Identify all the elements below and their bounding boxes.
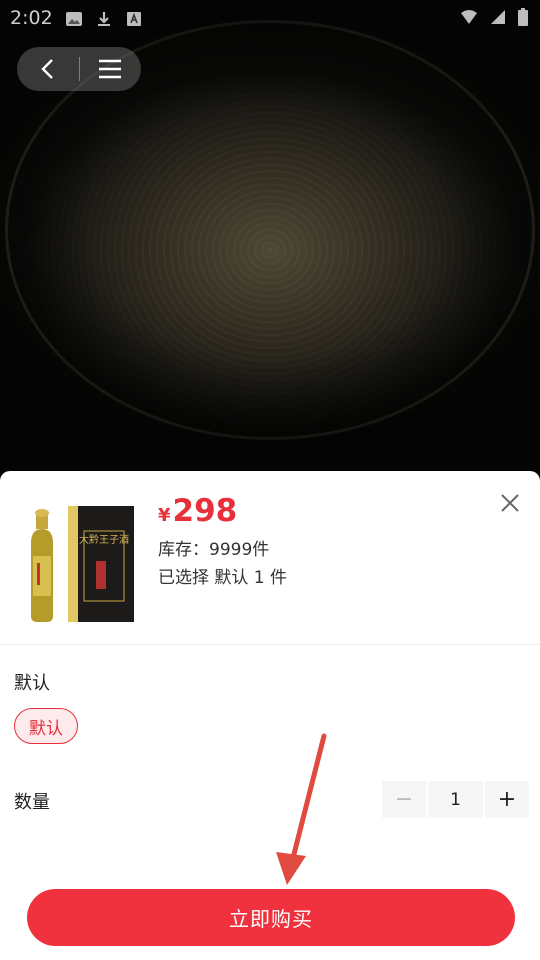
font-icon (125, 10, 143, 26)
increase-quantity-button[interactable]: + (485, 781, 529, 818)
close-button[interactable] (498, 491, 522, 515)
sheet-divider (0, 644, 540, 645)
spec-option-default[interactable]: 默认 (14, 708, 78, 744)
sku-bottom-sheet: 大黔王子酒 ¥ 298 库存：9999件 已选择 默认 1 件 默认 默认 数量… (0, 471, 540, 960)
image-icon (65, 10, 83, 26)
menu-icon (99, 59, 122, 79)
price: ¥ 298 (158, 493, 237, 529)
signal-icon (490, 8, 506, 31)
stock-text: 库存：9999件 (158, 540, 270, 560)
quantity-stepper: − 1 + (382, 781, 529, 818)
back-button[interactable] (17, 47, 79, 91)
status-bar: 2:02 (0, 0, 540, 36)
wifi-icon (460, 8, 478, 31)
chevron-left-icon (41, 59, 53, 79)
price-value: 298 (172, 493, 238, 529)
quantity-label: 数量 (14, 792, 50, 813)
selected-sku-text: 已选择 默认 1 件 (158, 568, 288, 588)
quantity-value[interactable]: 1 (428, 781, 483, 818)
product-thumbnail: 大黔王子酒 (28, 501, 136, 623)
buy-now-button[interactable]: 立即购买 (27, 889, 515, 946)
download-icon (95, 10, 113, 26)
top-nav-pill (17, 47, 141, 91)
battery-icon (518, 8, 528, 31)
close-icon (501, 494, 519, 512)
currency-symbol: ¥ (158, 505, 171, 526)
status-time: 2:02 (10, 7, 53, 29)
spec-title: 默认 (14, 673, 50, 694)
decrease-quantity-button[interactable]: − (382, 781, 426, 818)
bottle-label-text: 大黔王子酒 (79, 533, 129, 546)
menu-button[interactable] (79, 47, 141, 91)
